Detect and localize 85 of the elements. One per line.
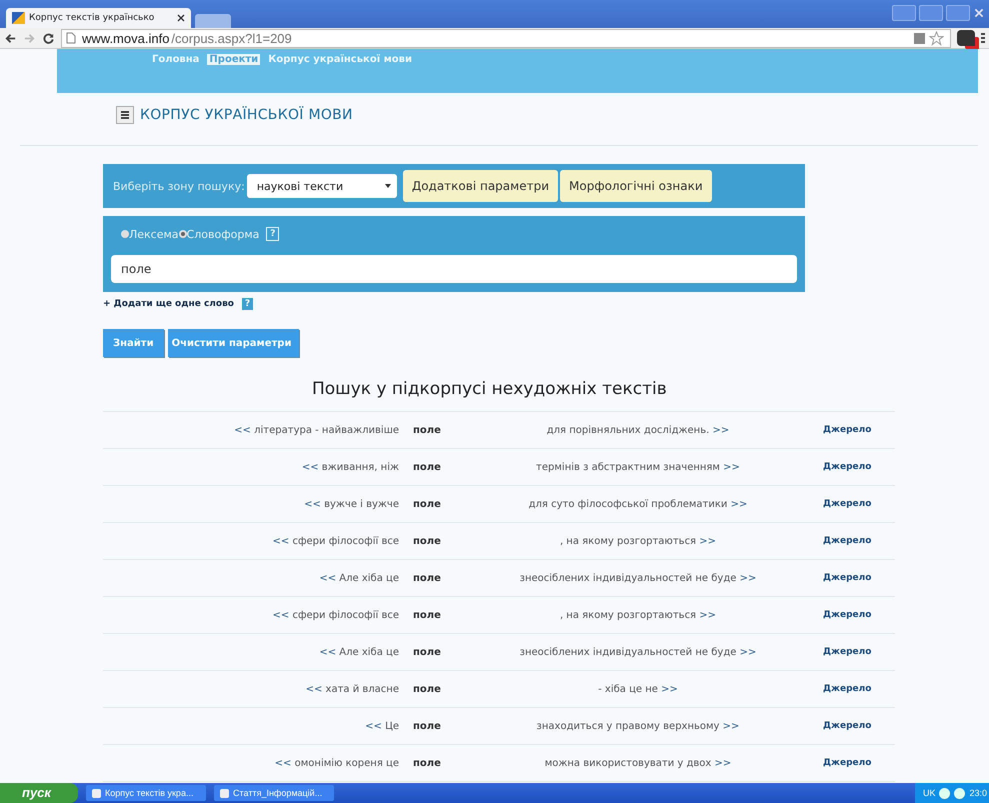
site-title[interactable]: КОРПУС УКРАЇНСЬКОЇ МОВИ <box>140 107 353 123</box>
source-link[interactable]: Джерело <box>803 425 872 435</box>
left-context: література - найважливіше <box>254 424 399 436</box>
right-context: знеосіблених індивідуальностей не буде <box>520 572 736 584</box>
source-link[interactable]: Джерело <box>803 573 872 583</box>
clock: 23:0 <box>969 788 987 798</box>
source-link[interactable]: Джерело <box>803 721 872 731</box>
reload-icon[interactable] <box>42 32 55 44</box>
source-link[interactable]: Джерело <box>803 758 872 768</box>
right-context: для суто філософської проблематики <box>528 498 728 510</box>
left-context: Це <box>385 720 399 732</box>
caret-icon <box>384 184 391 188</box>
right-context: , на якому розгортаються <box>560 610 696 620</box>
keyword-cell-text: поле <box>412 720 442 732</box>
page-icon <box>66 32 76 44</box>
previous-link[interactable]: << <box>319 572 336 584</box>
previous-link[interactable]: << <box>302 462 319 472</box>
next-link[interactable]: >> <box>714 758 732 768</box>
left-context: Але хіба це <box>339 572 399 584</box>
address-field[interactable]: www.mova.info/corpus.aspx?l1=209 <box>61 28 951 48</box>
keyword-cell-text: поле <box>412 572 442 584</box>
keyword-cell-text: поле <box>412 646 442 658</box>
keyword-cell-text: поле <box>412 684 442 694</box>
query-field[interactable]: поле <box>111 255 797 283</box>
keyword-cell-text: поле <box>412 462 442 472</box>
next-link[interactable]: >> <box>699 610 716 620</box>
browser-tab[interactable]: Корпус текстів українсько <box>6 8 191 28</box>
results-heading: Пошук у підкорпусі нехудожніх текстів <box>311 379 668 399</box>
next-link[interactable]: >> <box>661 684 678 694</box>
keyword-cell-text: поле <box>412 536 442 546</box>
next-link[interactable]: >> <box>740 646 756 658</box>
left-context: Але хіба це <box>339 646 399 658</box>
previous-link[interactable]: << <box>306 684 322 694</box>
source-link[interactable]: Джерело <box>803 647 872 657</box>
left-context: сфери філософії все <box>292 610 399 620</box>
right-context: можна використовувати у двох <box>544 758 712 768</box>
right-context: знаходиться у правому верхньому <box>536 720 720 732</box>
next-link[interactable]: >> <box>712 424 730 436</box>
keyword-cell-text: поле <box>412 610 442 620</box>
previous-link[interactable]: << <box>319 646 336 658</box>
previous-link[interactable]: << <box>272 536 290 546</box>
source-link[interactable]: Джерело <box>803 499 872 509</box>
next-link[interactable]: >> <box>699 536 716 546</box>
previous-link[interactable]: << <box>272 610 290 620</box>
previous-link[interactable]: << <box>274 758 292 768</box>
left-context: сфери філософії все <box>292 536 399 546</box>
close-icon[interactable] <box>177 14 185 22</box>
previous-link[interactable]: << <box>304 498 321 510</box>
menu-icon[interactable] <box>116 106 134 124</box>
right-context: термінів з абстрактним значенням <box>536 462 720 472</box>
site-logo-icon <box>12 12 25 24</box>
previous-link[interactable]: << <box>234 424 251 436</box>
menu-icon[interactable] <box>981 32 985 44</box>
options-tab[interactable]: Додаткові параметри <box>402 170 558 202</box>
radio-button[interactable] <box>121 230 129 238</box>
right-context: - хіба це не <box>598 684 658 694</box>
star-icon[interactable] <box>929 30 944 46</box>
keyword-cell-text: поле <box>412 498 442 510</box>
source-link[interactable]: Джерело <box>803 684 872 694</box>
zone-label: Виберіть зону пошуку: <box>113 180 245 192</box>
keyword-cell-text: поле <box>412 758 442 768</box>
options-tab[interactable]: Морфологічні ознаки <box>560 170 712 202</box>
previous-link[interactable]: << <box>365 720 382 732</box>
right-context: , на якому розгортаються <box>560 536 696 546</box>
left-context: вживання, ніж <box>322 462 399 472</box>
add-word-link[interactable]: + Додати ще одне слово <box>103 299 234 309</box>
next-link[interactable]: >> <box>730 498 748 510</box>
next-link[interactable]: >> <box>722 720 740 732</box>
source-link[interactable]: Джерело <box>803 610 872 620</box>
left-context: вужче і вужче <box>324 498 399 510</box>
zone-select[interactable]: наукові тексти <box>246 174 397 198</box>
keyword-cell-text: поле <box>412 424 442 436</box>
left-context: омонімію кореня це <box>294 758 399 768</box>
taskbar-window-button[interactable]: Корпус текстів укра... <box>86 785 206 801</box>
source-link[interactable]: Джерело <box>803 462 872 472</box>
source-link[interactable]: Джерело <box>803 536 872 546</box>
start-button[interactable]: пуск <box>0 783 78 803</box>
left-context: хата й власне <box>326 684 399 694</box>
next-link[interactable]: >> <box>723 462 740 472</box>
radio-button[interactable] <box>178 230 187 238</box>
right-context: знеосіблених індивідуальностей не буде <box>520 646 736 658</box>
next-link[interactable]: >> <box>740 572 756 584</box>
back-icon[interactable] <box>4 32 17 44</box>
taskbar-window-button[interactable]: Стаття_Інформацій... <box>214 785 334 801</box>
right-context: для порівняльних досліджень. <box>546 424 710 436</box>
